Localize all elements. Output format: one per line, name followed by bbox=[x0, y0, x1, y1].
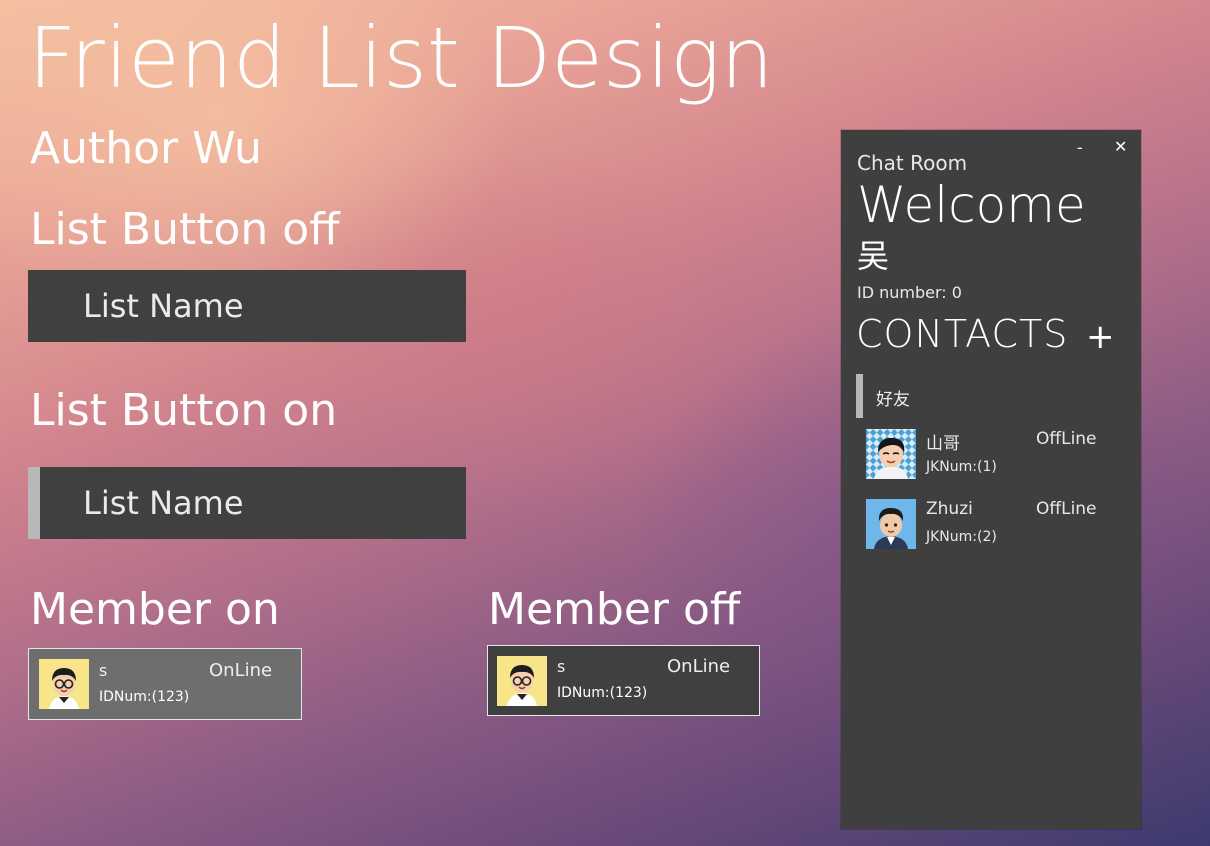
list-button-on-heading: List Button on bbox=[30, 385, 338, 436]
contact-name: Zhuzi bbox=[926, 499, 973, 519]
avatar-checkered-icon bbox=[866, 429, 916, 479]
selection-marker bbox=[28, 467, 40, 539]
list-button-on-label: List Name bbox=[83, 484, 244, 522]
member-name: s bbox=[557, 657, 566, 676]
page-title: Friend List Design bbox=[28, 9, 774, 107]
member-name: s bbox=[99, 661, 108, 680]
member-card-off[interactable]: s OnLine IDNum:(123) bbox=[487, 645, 760, 716]
list-button-on[interactable]: List Name bbox=[28, 467, 466, 539]
contact-item[interactable]: 山哥 OffLine JKNum:(1) bbox=[865, 428, 1125, 482]
close-button[interactable]: ✕ bbox=[1114, 137, 1127, 157]
user-name: 吴 bbox=[857, 237, 890, 275]
welcome-heading: Welcome bbox=[857, 176, 1086, 234]
minimize-button[interactable]: - bbox=[1077, 138, 1083, 158]
member-status: OnLine bbox=[209, 660, 273, 681]
member-id: IDNum:(123) bbox=[99, 689, 190, 705]
contact-status: OffLine bbox=[1036, 429, 1097, 449]
chat-room-window: - ✕ Chat Room Welcome 吴 ID number: 0 CON… bbox=[841, 130, 1141, 829]
group-label: 好友 bbox=[876, 390, 910, 410]
author-label: Author Wu bbox=[30, 123, 262, 174]
member-card-on[interactable]: s OnLine IDNum:(123) bbox=[28, 648, 302, 720]
avatar-glasses-icon bbox=[39, 659, 89, 709]
list-button-off[interactable]: List Name bbox=[28, 270, 466, 342]
contacts-header: CONTACTS bbox=[856, 312, 1069, 356]
contact-id: JKNum:(1) bbox=[926, 459, 997, 475]
member-status: OnLine bbox=[667, 656, 731, 677]
add-contact-button[interactable]: + bbox=[1086, 317, 1115, 357]
contact-name: 山哥 bbox=[926, 434, 960, 454]
selection-marker bbox=[856, 374, 863, 418]
member-on-heading: Member on bbox=[30, 584, 280, 635]
contact-group[interactable]: 好友 bbox=[856, 374, 1126, 418]
contact-id: JKNum:(2) bbox=[926, 529, 997, 545]
list-button-off-label: List Name bbox=[83, 287, 244, 325]
member-off-heading: Member off bbox=[488, 584, 741, 635]
contact-status: OffLine bbox=[1036, 499, 1097, 519]
user-id: ID number: 0 bbox=[857, 283, 962, 302]
contact-item[interactable]: Zhuzi OffLine JKNum:(2) bbox=[865, 498, 1125, 552]
chat-room-title: Chat Room bbox=[857, 151, 968, 175]
list-button-off-heading: List Button off bbox=[30, 204, 340, 255]
avatar-blue-icon bbox=[866, 499, 916, 549]
member-id: IDNum:(123) bbox=[557, 685, 648, 701]
avatar-glasses-icon bbox=[497, 656, 547, 706]
